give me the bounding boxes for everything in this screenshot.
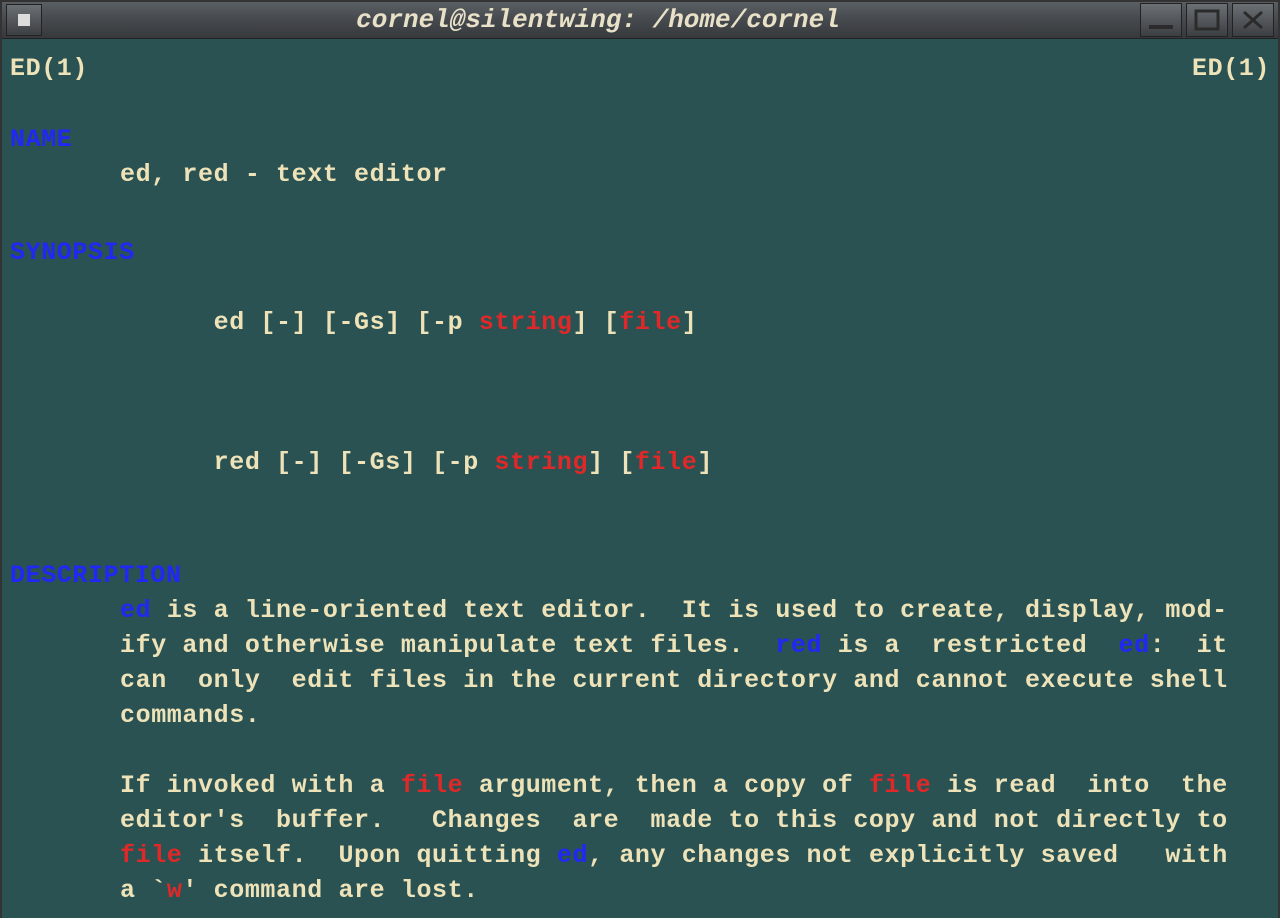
desc-text: ' command are lost. bbox=[182, 876, 478, 905]
blank-line bbox=[10, 375, 1270, 410]
desc-text: is a line-oriented text editor. It is us… bbox=[151, 596, 1228, 625]
desc-kw-file: file bbox=[401, 771, 463, 800]
synopsis-line-2: red [-] [-Gs] [-p string] [file] bbox=[10, 410, 1270, 515]
header-left: ED(1) bbox=[10, 51, 88, 86]
desc-kw-file: file bbox=[120, 841, 182, 870]
desc-p2-l4: a `w' command are lost. bbox=[10, 873, 1270, 908]
blank-line bbox=[10, 733, 1270, 768]
desc-text: : it bbox=[1150, 631, 1228, 660]
desc-kw-file: file bbox=[869, 771, 931, 800]
desc-text: , any changes not explicitly saved with bbox=[588, 841, 1228, 870]
name-body: ed, red - text editor bbox=[10, 157, 1270, 192]
minimize-icon bbox=[1147, 9, 1175, 31]
desc-text: ify and otherwise manipulate text files. bbox=[120, 631, 775, 660]
header-right: ED(1) bbox=[1192, 51, 1270, 86]
syn-text: ] [ bbox=[588, 448, 635, 477]
desc-text: If invoked with a bbox=[120, 771, 401, 800]
desc-text: a ` bbox=[120, 876, 167, 905]
terminal-window: cornel@silentwing: /home/cornel bbox=[0, 0, 1280, 918]
syn-keyword-file: file bbox=[619, 308, 681, 337]
desc-kw-w: w bbox=[167, 876, 183, 905]
close-button[interactable] bbox=[1232, 3, 1274, 37]
desc-p2-l3: file itself. Upon quitting ed, any chang… bbox=[10, 838, 1270, 873]
window-title: cornel@silentwing: /home/cornel bbox=[56, 2, 1140, 38]
maximize-button[interactable] bbox=[1186, 3, 1228, 37]
desc-kw-red: red bbox=[775, 631, 822, 660]
desc-kw-ed: ed bbox=[1119, 631, 1150, 660]
desc-p2-l2: editor's buffer. Changes are made to thi… bbox=[10, 803, 1270, 838]
synopsis-line-1: ed [-] [-Gs] [-p string] [file] bbox=[10, 270, 1270, 375]
syn-keyword-string: string bbox=[494, 448, 588, 477]
titlebar: cornel@silentwing: /home/cornel bbox=[2, 2, 1278, 39]
desc-text: itself. Upon quitting bbox=[182, 841, 556, 870]
desc-text: is read into the bbox=[931, 771, 1227, 800]
syn-keyword-file: file bbox=[635, 448, 697, 477]
blank-line bbox=[10, 192, 1270, 227]
desc-p1-l3: can only edit files in the current direc… bbox=[10, 663, 1270, 698]
desc-kw-ed: ed bbox=[120, 596, 151, 625]
syn-text: ] [ bbox=[573, 308, 620, 337]
section-name: NAME bbox=[10, 122, 1270, 157]
minimize-button[interactable] bbox=[1140, 3, 1182, 37]
window-controls bbox=[1140, 3, 1274, 37]
desc-p1-l4: commands. bbox=[10, 698, 1270, 733]
system-menu-icon bbox=[18, 14, 30, 26]
manpage-header: ED(1) ED(1) bbox=[10, 51, 1270, 86]
terminal-viewport[interactable]: ED(1) ED(1) NAME ed, red - text editor S… bbox=[2, 39, 1278, 918]
blank-line bbox=[10, 908, 1270, 918]
syn-text: ] bbox=[697, 448, 713, 477]
system-menu-button[interactable] bbox=[6, 4, 42, 36]
syn-text: red [-] [-Gs] [-p bbox=[214, 448, 495, 477]
desc-kw-ed: ed bbox=[557, 841, 588, 870]
titlebar-left bbox=[6, 4, 56, 36]
desc-p1-l1: ed is a line-oriented text editor. It is… bbox=[10, 593, 1270, 628]
section-description: DESCRIPTION bbox=[10, 558, 1270, 593]
syn-text: ed [-] [-Gs] [-p bbox=[214, 308, 479, 337]
section-synopsis: SYNOPSIS bbox=[10, 235, 1270, 270]
desc-text: is a restricted bbox=[822, 631, 1118, 660]
syn-text: ] bbox=[682, 308, 698, 337]
maximize-icon bbox=[1193, 9, 1221, 31]
desc-text: argument, then a copy of bbox=[463, 771, 869, 800]
blank-line bbox=[10, 515, 1270, 550]
close-icon bbox=[1239, 9, 1267, 31]
desc-p2-l1: If invoked with a file argument, then a … bbox=[10, 768, 1270, 803]
desc-p1-l2: ify and otherwise manipulate text files.… bbox=[10, 628, 1270, 663]
syn-keyword-string: string bbox=[479, 308, 573, 337]
